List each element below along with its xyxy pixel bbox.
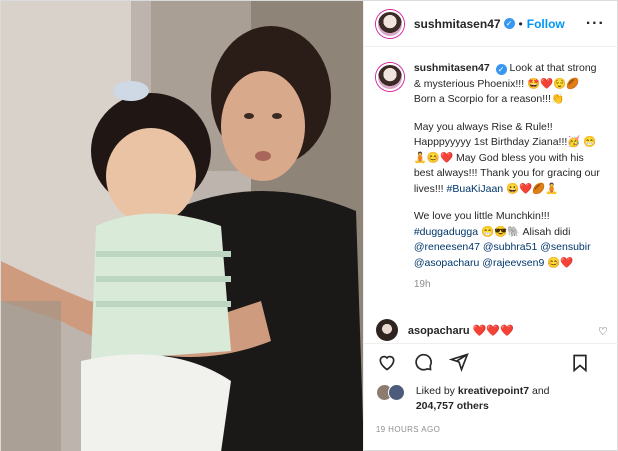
comment-icon[interactable] (412, 351, 434, 373)
action-bar (363, 343, 618, 379)
likes-text: Liked by kreativepoint7 and 204,757 othe… (416, 384, 550, 414)
comment-row: asopacharu ❤️❤️❤️ ♡ (375, 319, 608, 341)
comment-like-icon[interactable]: ♡ (598, 325, 608, 338)
caption-text-3: We love you little Munchkin!!! (413, 210, 550, 222)
mention-link[interactable]: @subhra51 (483, 241, 537, 253)
caption-text-3c: 😊❤️ (544, 256, 574, 269)
liker-username[interactable]: kreativepoint7 (458, 385, 529, 397)
heart-icon[interactable] (376, 351, 398, 373)
caption-time[interactable]: 19h (414, 277, 604, 293)
photo-illustration (1, 1, 363, 451)
verified-badge-icon: ✓ (495, 64, 507, 75)
caption-avatar[interactable] (375, 63, 404, 91)
caption-paragraph-3: We love you little Munchkin!!! #duggadug… (414, 209, 604, 271)
caption-text: sushmitasen47 ✓ Look at that strong & my… (414, 61, 604, 293)
liker-avatars[interactable] (375, 384, 412, 402)
follow-button[interactable]: Follow (527, 17, 565, 31)
caption-paragraph-1: sushmitasen47 ✓ Look at that strong & my… (414, 61, 604, 108)
mention-link[interactable]: @asopacharu (414, 257, 480, 269)
comment-username[interactable]: asopacharu (408, 325, 470, 337)
mention-link[interactable]: @sensubir (540, 241, 590, 253)
mention-link[interactable]: @rajeevsen9 (482, 257, 544, 269)
comment-text: asopacharu ❤️❤️❤️ (408, 324, 514, 337)
post-timestamp[interactable]: 19 HOURS AGO (376, 425, 440, 434)
avatar[interactable] (375, 9, 404, 38)
post-sidebar: sushmitasen47 ✓ • Follow ··· sushmitasen… (362, 1, 618, 451)
bookmark-icon[interactable] (569, 352, 591, 374)
caption-text-2b: 😀❤️🏉🧘 (503, 182, 559, 195)
post-header: sushmitasen47 ✓ • Follow ··· (363, 1, 618, 47)
more-options-icon[interactable]: ··· (586, 15, 605, 33)
share-icon[interactable] (448, 351, 470, 373)
caption-row: sushmitasen47 ✓ Look at that strong & my… (375, 61, 607, 293)
likes-summary: Liked by kreativepoint7 and 204,757 othe… (375, 384, 611, 414)
caption-username[interactable]: sushmitasen47 (414, 62, 490, 74)
caption-text-3b: 😁😎🐘 Alisah didi (478, 225, 571, 238)
mention-link[interactable]: @reneesen47 (414, 241, 480, 253)
likes-middle: and (529, 385, 550, 397)
comment-body: ❤️❤️❤️ (472, 324, 514, 337)
likes-count[interactable]: 204,757 others (416, 400, 489, 412)
verified-badge-icon: ✓ (503, 18, 515, 29)
separator-dot: • (518, 16, 523, 31)
hashtag-link[interactable]: #BuaKiJaan (447, 183, 504, 195)
hashtag-link[interactable]: #duggadugga (414, 226, 478, 238)
likes-prefix: Liked by (415, 385, 458, 397)
caption-scroll-area[interactable]: sushmitasen47 ✓ Look at that strong & my… (364, 47, 618, 315)
caption-paragraph-2: May you always Rise & Rule!! Happpyyyyy … (414, 120, 604, 198)
comment-avatar[interactable] (375, 319, 398, 341)
author-username[interactable]: sushmitasen47 (414, 17, 501, 31)
post-photo[interactable] (1, 1, 363, 451)
post-dialog: sushmitasen47 ✓ • Follow ··· sushmitasen… (0, 0, 618, 451)
